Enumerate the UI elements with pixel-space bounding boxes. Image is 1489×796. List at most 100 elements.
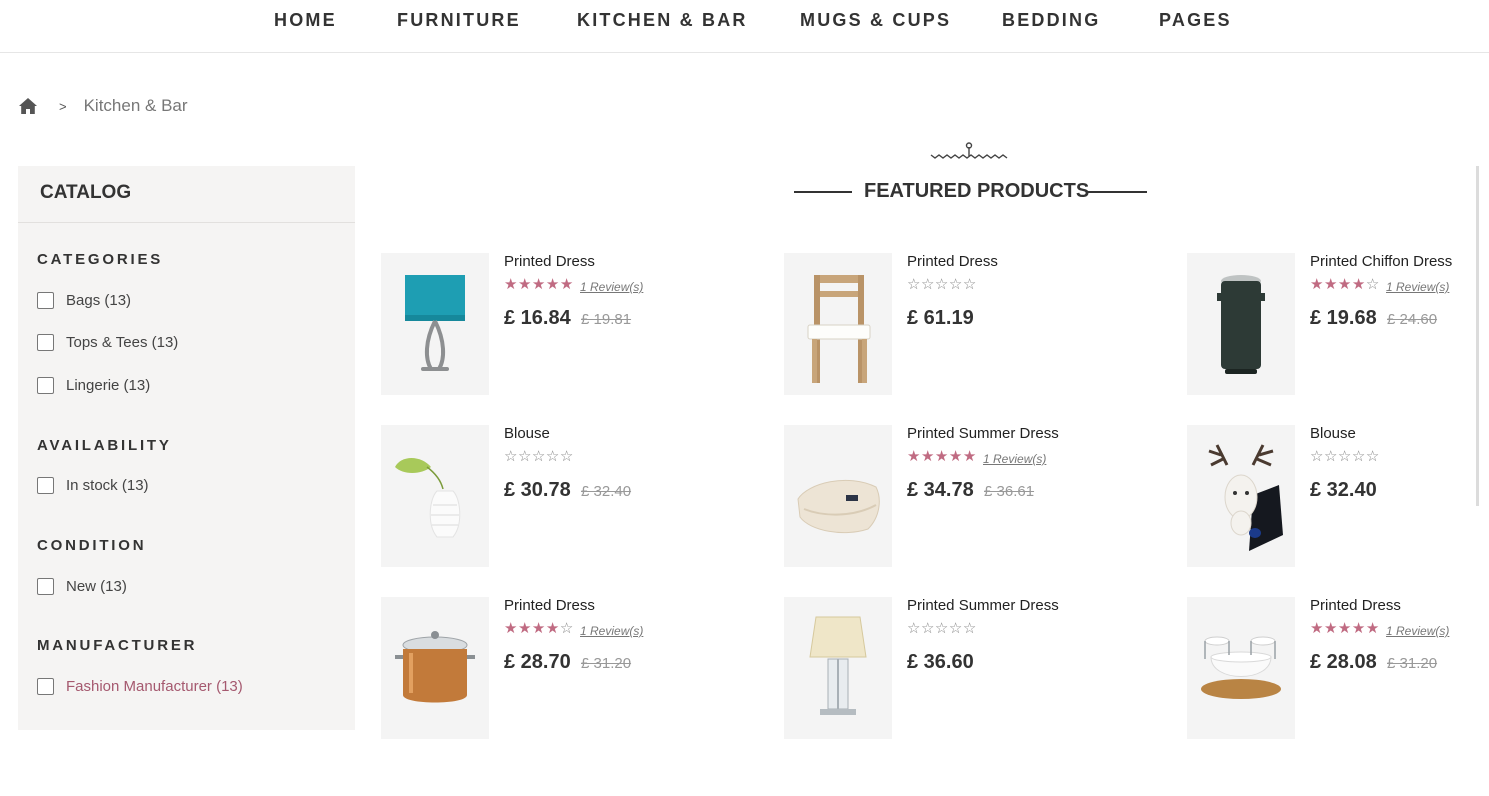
filter-option-fashion-manufacturer[interactable]: Fashion Manufacturer (13) — [37, 678, 243, 695]
filter-option-lingerie[interactable]: Lingerie (13) — [37, 377, 150, 394]
product-image-blanket[interactable] — [784, 425, 892, 567]
product-name[interactable]: Printed Summer Dress — [907, 425, 1059, 442]
star-full-icon: ★ — [531, 620, 546, 637]
featured-rule-left — [794, 191, 852, 193]
product-price: £ 28.08 — [1310, 651, 1377, 673]
star-empty-icon: ☆ — [1351, 448, 1366, 465]
product-old-price: £ 24.60 — [1387, 311, 1438, 328]
star-full-icon: ★ — [1365, 620, 1380, 637]
star-empty-icon: ☆ — [1323, 448, 1338, 465]
nav-kitchen-bar[interactable]: KITCHEN & BAR — [577, 10, 748, 31]
product-rating: ★ ★ ★ ★ ★ — [504, 277, 574, 293]
nav-furniture[interactable]: FURNITURE — [397, 10, 521, 31]
nav-mugs-cups[interactable]: MUGS & CUPS — [800, 10, 951, 31]
star-empty-icon: ☆ — [1310, 448, 1324, 465]
nav-pages[interactable]: PAGES — [1159, 10, 1232, 31]
product-review-link[interactable]: 1 Review(s) — [1386, 624, 1449, 638]
star-full-icon: ★ — [504, 620, 518, 637]
filter-option-in-stock[interactable]: In stock (13) — [37, 477, 149, 494]
product-old-price: £ 31.20 — [1387, 655, 1438, 672]
product-image-vase[interactable] — [381, 425, 489, 567]
product-name[interactable]: Printed Dress — [1310, 597, 1401, 614]
product-image-table-lamp[interactable] — [784, 597, 892, 739]
star-full-icon: ★ — [934, 448, 949, 465]
product-review-link[interactable]: 1 Review(s) — [580, 280, 643, 294]
product-card: Printed Summer Dress ★ ★ ★ ★ ★ 1 Review(s) £… — [784, 425, 1084, 567]
product-rating: ★ ★ ★ ★ ☆ — [1310, 277, 1380, 293]
product-review-link[interactable]: 1 Review(s) — [1386, 280, 1449, 294]
filter-option-label: Bags (13) — [66, 292, 132, 309]
checkbox[interactable] — [37, 334, 54, 351]
facet-title-categories: CATEGORIES — [37, 251, 164, 268]
product-review-link[interactable]: 1 Review(s) — [983, 452, 1046, 466]
product-card: Blouse ☆ ☆ ☆ ☆ ☆ £ 30.78 £ 32.40 — [381, 425, 681, 567]
ornament-icon — [930, 142, 1008, 159]
product-rating: ★ ★ ★ ★ ☆ — [504, 621, 574, 637]
checkbox[interactable] — [37, 578, 54, 595]
star-full-icon: ★ — [531, 276, 546, 293]
star-full-icon: ★ — [1351, 620, 1366, 637]
nav-bedding[interactable]: BEDDING — [1002, 10, 1100, 31]
product-name[interactable]: Printed Dress — [504, 597, 595, 614]
star-full-icon: ★ — [907, 448, 921, 465]
star-empty-icon: ☆ — [934, 620, 949, 637]
featured-rule-right — [1087, 191, 1147, 193]
checkbox[interactable] — [37, 678, 54, 695]
product-image-copper-pot[interactable] — [381, 597, 489, 739]
checkbox[interactable] — [37, 292, 54, 309]
product-name[interactable]: Printed Chiffon Dress — [1310, 253, 1452, 270]
breadcrumb-current: Kitchen & Bar — [83, 96, 188, 115]
filter-option-bags[interactable]: Bags (13) — [37, 292, 131, 309]
filter-option-label: Tops & Tees (13) — [66, 334, 179, 351]
star-empty-icon: ☆ — [1365, 448, 1380, 465]
filter-option-label: New (13) — [66, 578, 127, 595]
star-full-icon: ★ — [1337, 620, 1352, 637]
product-card: Printed Chiffon Dress ★ ★ ★ ★ ☆ 1 Review(s) … — [1187, 253, 1487, 395]
checkbox[interactable] — [37, 377, 54, 394]
catalog-title: CATALOG — [40, 182, 132, 203]
star-full-icon: ★ — [1310, 620, 1324, 637]
product-price: £ 28.70 — [504, 651, 571, 673]
product-name[interactable]: Printed Summer Dress — [907, 597, 1059, 614]
product-price: £ 19.68 — [1310, 307, 1377, 329]
star-full-icon: ★ — [1310, 276, 1324, 293]
product-price: £ 30.78 — [504, 479, 571, 501]
product-rating: ☆ ☆ ☆ ☆ ☆ — [504, 449, 574, 465]
star-full-icon: ★ — [1323, 620, 1338, 637]
product-rating: ★ ★ ★ ★ ★ — [1310, 621, 1380, 637]
product-image-trash-bin[interactable] — [1187, 253, 1295, 395]
star-empty-icon: ☆ — [1365, 276, 1380, 293]
product-rating: ☆ ☆ ☆ ☆ ☆ — [1310, 449, 1380, 465]
star-empty-icon: ☆ — [962, 620, 977, 637]
nav-home[interactable]: HOME — [274, 10, 337, 31]
product-image-deer-head[interactable] — [1187, 425, 1295, 567]
product-image-chair[interactable] — [784, 253, 892, 395]
home-icon[interactable] — [18, 97, 38, 115]
product-image-teal-lamp[interactable] — [381, 253, 489, 395]
filter-option-new[interactable]: New (13) — [37, 578, 127, 595]
checkbox[interactable] — [37, 477, 54, 494]
filter-option-label: Fashion Manufacturer (13) — [66, 678, 243, 695]
star-empty-icon: ☆ — [907, 276, 921, 293]
product-price: £ 32.40 — [1310, 479, 1377, 501]
product-price: £ 36.60 — [907, 651, 974, 673]
star-empty-icon: ☆ — [1337, 448, 1352, 465]
product-price: £ 34.78 — [907, 479, 974, 501]
filter-option-tops-tees[interactable]: Tops & Tees (13) — [37, 334, 178, 351]
star-empty-icon: ☆ — [920, 620, 935, 637]
star-full-icon: ★ — [948, 448, 963, 465]
star-empty-icon: ☆ — [948, 276, 963, 293]
star-full-icon: ★ — [545, 276, 560, 293]
product-card: Printed Summer Dress ☆ ☆ ☆ ☆ ☆ £ 36.60 — [784, 597, 1084, 739]
product-name[interactable]: Printed Dress — [504, 253, 595, 270]
product-name[interactable]: Blouse — [1310, 425, 1356, 442]
catalog-sidebar: CATALOG CATEGORIES Bags (13) Tops & Tees… — [18, 166, 355, 730]
product-name[interactable]: Printed Dress — [907, 253, 998, 270]
product-name[interactable]: Blouse — [504, 425, 550, 442]
product-price: £ 16.84 — [504, 307, 571, 329]
product-image-bowl-set[interactable] — [1187, 597, 1295, 739]
star-empty-icon: ☆ — [504, 448, 518, 465]
product-review-link[interactable]: 1 Review(s) — [580, 624, 643, 638]
star-full-icon: ★ — [517, 276, 532, 293]
star-empty-icon: ☆ — [962, 276, 977, 293]
